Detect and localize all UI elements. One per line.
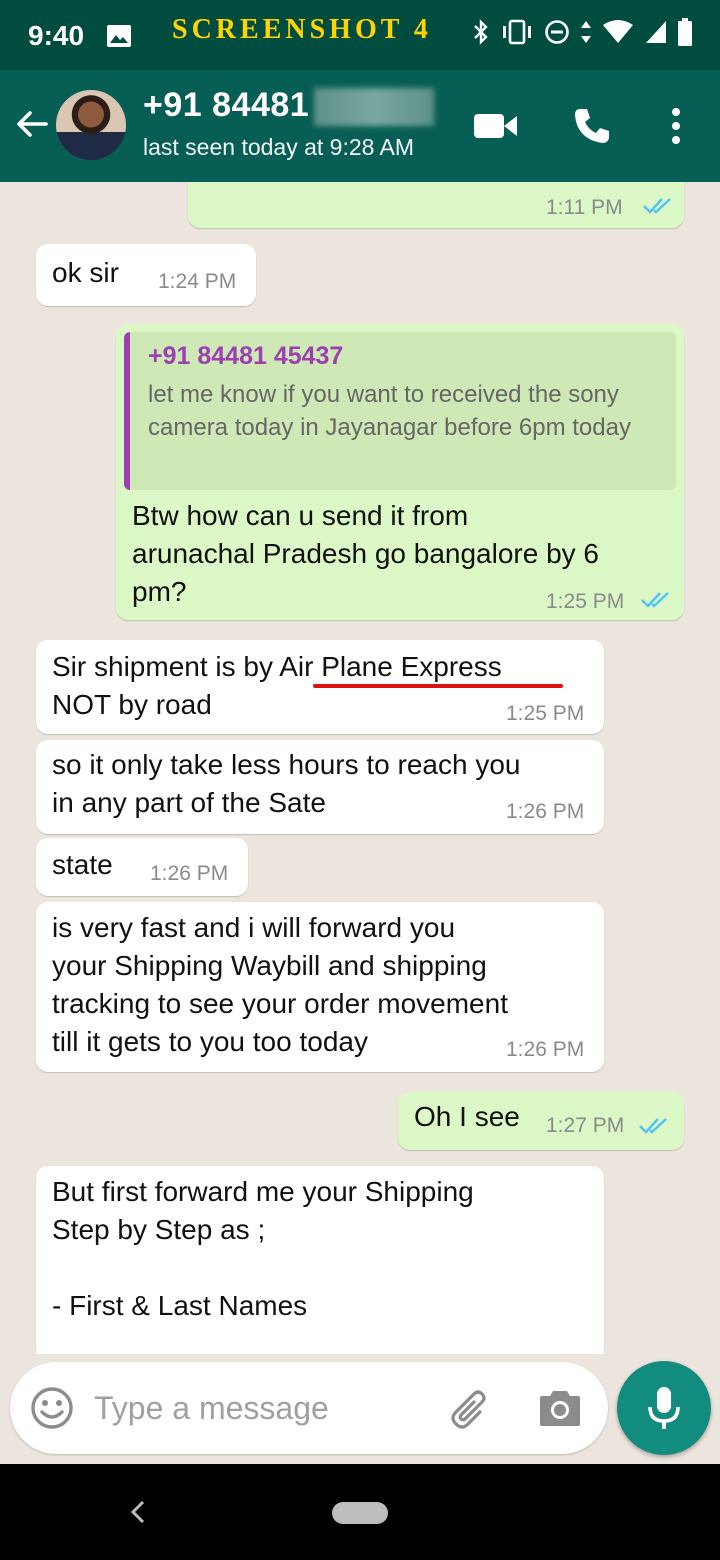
status-icons — [472, 18, 692, 46]
contact-avatar[interactable] — [56, 90, 126, 160]
system-nav-bar — [0, 1464, 720, 1560]
composer-bar — [0, 1354, 720, 1464]
message-incoming[interactable]: state 1:26 PM — [36, 838, 248, 896]
redacted-number-blur — [314, 88, 434, 126]
message-time: 1:25 PM — [546, 590, 625, 613]
message-text: Oh I see — [414, 1101, 520, 1132]
message-outgoing[interactable]: Oh I see 1:27 PM — [398, 1092, 684, 1150]
voice-record-button[interactable] — [617, 1361, 711, 1455]
status-time: 9:40 — [28, 20, 85, 51]
read-receipt-icon — [643, 198, 671, 214]
message-composer[interactable] — [10, 1362, 608, 1454]
battery-icon — [678, 18, 692, 46]
message-text: ok sir — [52, 257, 119, 288]
data-arrows-icon — [581, 21, 591, 43]
message-incoming[interactable]: ok sir 1:24 PM — [36, 244, 256, 306]
quoted-text: let me know if you want to received the … — [148, 381, 631, 441]
cell-signal-icon — [646, 21, 666, 43]
message-text: is very fast and i will forward you your… — [52, 912, 508, 1057]
more-options-icon[interactable] — [664, 106, 688, 146]
message-time: 1:24 PM — [158, 270, 237, 293]
message-incoming[interactable]: is very fast and i will forward you your… — [36, 902, 604, 1072]
message-outgoing[interactable]: +91 84481 45437 let me know if you want … — [116, 324, 684, 620]
highlight-underline — [313, 684, 563, 688]
chat-header: +91 84481 last seen today at 9:28 AM — [0, 70, 720, 182]
status-bar: 9:40 SCREENSHOT 4 — [0, 0, 720, 70]
message-text: But first forward me your Shipping Step … — [52, 1176, 474, 1321]
message-time: 1:25 PM — [506, 702, 585, 725]
back-arrow-icon[interactable] — [14, 106, 50, 142]
voice-call-icon[interactable] — [572, 106, 612, 146]
emoji-icon[interactable] — [30, 1386, 74, 1430]
do-not-disturb-icon — [545, 20, 569, 44]
message-incoming[interactable]: so it only take less hours to reach you … — [36, 740, 604, 834]
nav-back-icon[interactable] — [128, 1498, 148, 1526]
read-receipt-icon — [639, 1118, 667, 1134]
message-outgoing[interactable]: 1:11 PM — [188, 182, 684, 228]
wifi-icon — [603, 20, 633, 43]
nav-home-pill[interactable] — [332, 1502, 388, 1524]
last-seen-status: last seen today at 9:28 AM — [143, 134, 415, 160]
screenshot-banner: SCREENSHOT 4 — [172, 14, 432, 45]
bluetooth-icon — [474, 19, 488, 45]
message-incoming[interactable]: But first forward me your Shipping Step … — [36, 1166, 604, 1354]
message-time: 1:27 PM — [546, 1114, 625, 1137]
message-text: so it only take less hours to reach you … — [52, 749, 521, 818]
chat-area[interactable]: 1:11 PM ok sir 1:24 PM +91 84481 45437 l… — [0, 182, 720, 1354]
message-text: state — [52, 849, 113, 880]
contact-name[interactable]: +91 84481 — [143, 86, 309, 125]
video-call-icon[interactable] — [474, 112, 518, 140]
vibrate-icon — [503, 19, 531, 45]
attach-icon[interactable] — [450, 1388, 494, 1432]
message-time: 1:26 PM — [506, 1038, 585, 1061]
gallery-notification-icon — [107, 25, 131, 47]
camera-icon[interactable] — [538, 1388, 582, 1428]
message-incoming[interactable]: Sir shipment is by Air Plane Express NOT… — [36, 640, 604, 734]
quoted-author: +91 84481 45437 — [148, 342, 344, 370]
quoted-message[interactable]: +91 84481 45437 let me know if you want … — [124, 332, 676, 490]
read-receipt-icon — [641, 592, 669, 608]
message-input[interactable] — [94, 1384, 414, 1432]
message-time: 1:26 PM — [506, 800, 585, 823]
mic-icon — [648, 1387, 680, 1429]
message-time: 1:11 PM — [546, 196, 623, 219]
message-time: 1:26 PM — [150, 862, 229, 885]
